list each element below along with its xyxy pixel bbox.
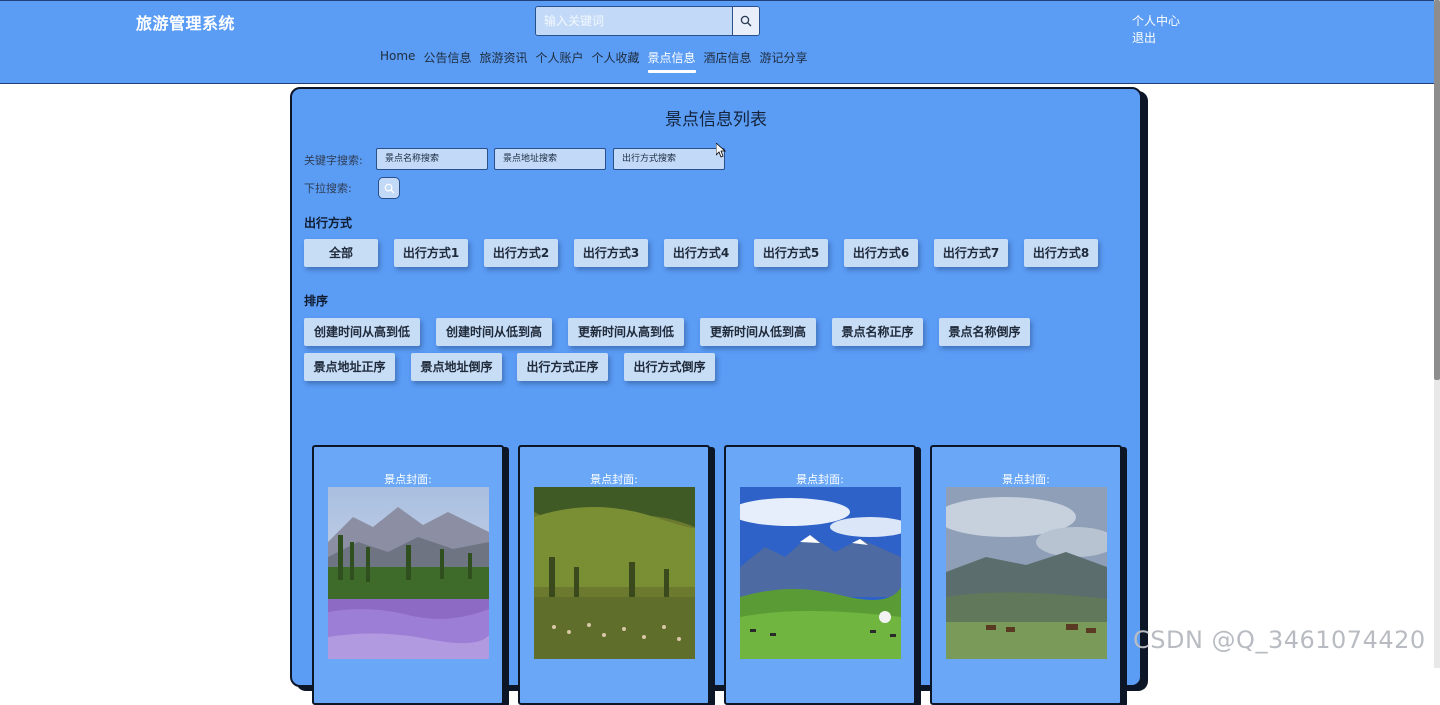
attraction-card[interactable]: 景点封面: bbox=[930, 445, 1122, 705]
nav-account[interactable]: 个人账户 bbox=[535, 49, 583, 73]
travel-option-1[interactable]: 出行方式1 bbox=[394, 239, 468, 267]
dropdown-search-label: 下拉搜索: bbox=[304, 182, 352, 195]
mouse-cursor-icon bbox=[715, 142, 727, 162]
travel-option-6[interactable]: 出行方式6 bbox=[844, 239, 918, 267]
card-cover-label: 景点封面: bbox=[384, 473, 432, 486]
travel-mode-section-title: 出行方式 bbox=[304, 216, 353, 230]
attraction-cover-image[interactable] bbox=[534, 487, 695, 659]
attraction-cover-image[interactable] bbox=[946, 487, 1107, 659]
attraction-address-search-input[interactable] bbox=[494, 148, 606, 170]
travel-option-7[interactable]: 出行方式7 bbox=[934, 239, 1008, 267]
global-search bbox=[535, 6, 760, 36]
attraction-card[interactable]: 景点封面: bbox=[312, 445, 504, 705]
attraction-cover-image[interactable] bbox=[740, 487, 901, 659]
search-icon bbox=[384, 183, 395, 194]
attraction-card[interactable]: 景点封面: bbox=[724, 445, 916, 705]
sort-name-desc[interactable]: 景点名称倒序 bbox=[939, 318, 1030, 346]
sort-section-title: 排序 bbox=[304, 294, 329, 308]
main-nav: Home 公告信息 旅游资讯 个人账户 个人收藏 景点信息 酒店信息 游记分享 bbox=[380, 49, 808, 73]
travel-option-4[interactable]: 出行方式4 bbox=[664, 239, 738, 267]
travel-mode-search-input[interactable] bbox=[613, 148, 725, 170]
sort-updated-asc[interactable]: 更新时间从低到高 bbox=[700, 318, 816, 346]
nav-travel-news[interactable]: 旅游资讯 bbox=[479, 49, 527, 73]
attraction-card[interactable]: 景点封面: bbox=[518, 445, 710, 705]
travel-option-5[interactable]: 出行方式5 bbox=[754, 239, 828, 267]
search-input[interactable] bbox=[536, 7, 732, 35]
nav-home[interactable]: Home bbox=[380, 49, 415, 73]
scrollbar-thumb[interactable] bbox=[1434, 0, 1440, 380]
sort-name-asc[interactable]: 景点名称正序 bbox=[832, 318, 923, 346]
sort-updated-desc[interactable]: 更新时间从高到低 bbox=[568, 318, 684, 346]
watermark-text: CSDN @Q_3461074420 bbox=[1133, 626, 1426, 654]
user-center-link[interactable]: 个人中心 bbox=[1132, 13, 1180, 30]
nav-attractions[interactable]: 景点信息 bbox=[647, 49, 696, 73]
user-links: 个人中心 退出 bbox=[1132, 13, 1180, 47]
nav-travel-notes[interactable]: 游记分享 bbox=[760, 49, 808, 73]
attraction-name-search-input[interactable] bbox=[376, 148, 488, 170]
page-scrollbar[interactable] bbox=[1434, 0, 1440, 668]
nav-notice[interactable]: 公告信息 bbox=[423, 49, 471, 73]
nav-hotels[interactable]: 酒店信息 bbox=[704, 49, 752, 73]
travel-option-all[interactable]: 全部 bbox=[304, 239, 378, 267]
dropdown-search-button[interactable] bbox=[378, 177, 400, 199]
sort-address-asc[interactable]: 景点地址正序 bbox=[304, 353, 395, 381]
page-title: 景点信息列表 bbox=[665, 110, 767, 130]
logout-link[interactable]: 退出 bbox=[1132, 30, 1180, 47]
sort-created-desc[interactable]: 创建时间从高到低 bbox=[304, 318, 420, 346]
sort-travel-desc[interactable]: 出行方式倒序 bbox=[624, 353, 715, 381]
travel-option-3[interactable]: 出行方式3 bbox=[574, 239, 648, 267]
travel-option-8[interactable]: 出行方式8 bbox=[1024, 239, 1098, 267]
card-cover-label: 景点封面: bbox=[1002, 473, 1050, 486]
attraction-list-panel: 景点信息列表 关键字搜索: 下拉搜索: 出行方式 全部 出行方式1 出行方式2 … bbox=[290, 87, 1142, 705]
search-icon bbox=[740, 15, 752, 27]
travel-option-2[interactable]: 出行方式2 bbox=[484, 239, 558, 267]
card-cover-label: 景点封面: bbox=[796, 473, 844, 486]
brand-title: 旅游管理系统 bbox=[136, 14, 236, 33]
sort-created-asc[interactable]: 创建时间从低到高 bbox=[436, 318, 552, 346]
card-cover-label: 景点封面: bbox=[590, 473, 638, 486]
sort-address-desc[interactable]: 景点地址倒序 bbox=[411, 353, 502, 381]
sort-travel-asc[interactable]: 出行方式正序 bbox=[517, 353, 608, 381]
top-header: 旅游管理系统 个人中心 退出 Home 公告信息 旅游资讯 个人账户 个人收藏 … bbox=[0, 0, 1434, 84]
search-button[interactable] bbox=[732, 7, 759, 35]
keyword-search-label: 关键字搜索: bbox=[304, 154, 363, 167]
attraction-cover-image[interactable] bbox=[328, 487, 489, 659]
nav-favorites[interactable]: 个人收藏 bbox=[591, 49, 639, 73]
